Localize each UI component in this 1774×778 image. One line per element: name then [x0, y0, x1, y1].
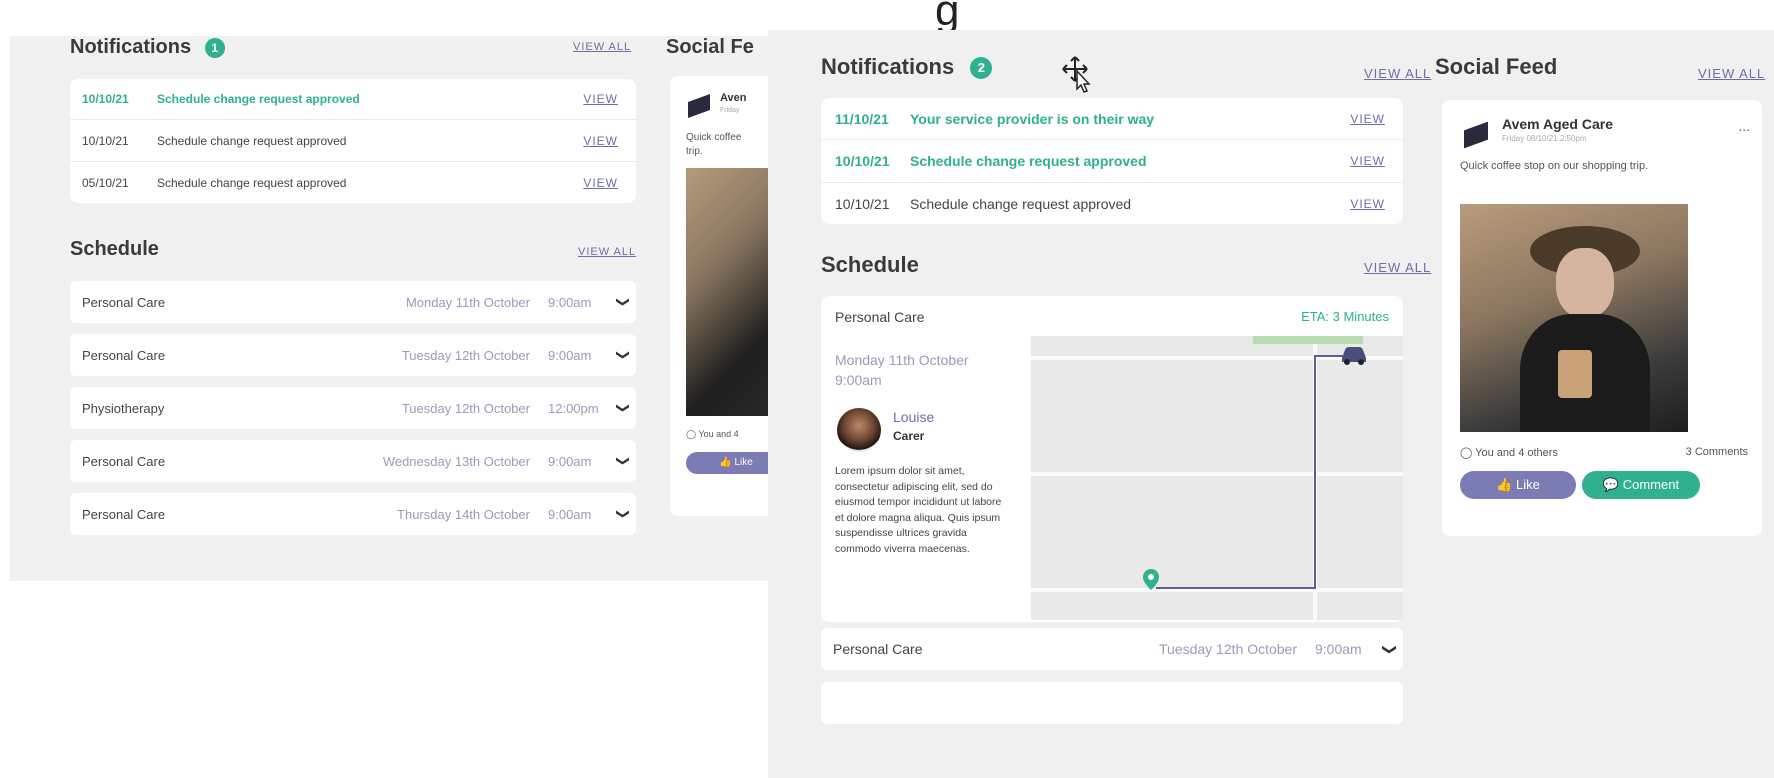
comment-button[interactable]: 💬 Comment [1582, 471, 1700, 499]
social-feed-heading: Social Feed [1435, 54, 1558, 79]
comment-bubble-icon: 💬 [1602, 477, 1620, 492]
post-author-avatar [688, 93, 710, 119]
chevron-down-icon[interactable]: ❯ [615, 395, 631, 421]
schedule-row-partial[interactable] [821, 682, 1403, 724]
post-more-menu[interactable]: ... [1738, 118, 1750, 134]
notification-row[interactable]: 11/10/21 Your service provider is on the… [821, 98, 1403, 139]
schedule-expanded-card[interactable]: Personal Care ETA: 3 Minutes Monday 11th… [821, 296, 1403, 622]
notification-row[interactable]: 10/10/21 Schedule change request approve… [70, 120, 636, 161]
schedule-row[interactable]: Physiotherapy Tuesday 12th October 12:00… [70, 387, 636, 429]
post-text-continued: trip. [686, 146, 703, 157]
post-timestamp: Friday [720, 107, 740, 114]
notification-view-link[interactable]: VIEW [583, 92, 636, 106]
dashboard-screen-current: Notifications 2 VIEW ALL 11/10/21 Your s… [768, 30, 1774, 778]
notifications-list: 11/10/21 Your service provider is on the… [821, 98, 1403, 224]
like-button[interactable]: 👍 Like [686, 452, 770, 474]
social-post-card: Avem Aged Care Friday 08/10/21 2:50pm ..… [1442, 100, 1762, 536]
schedule-view-all-link[interactable]: VIEW ALL [1364, 260, 1431, 275]
route-map[interactable] [1031, 336, 1403, 620]
notification-view-link[interactable]: VIEW [583, 134, 636, 148]
notification-view-link[interactable]: VIEW [1350, 112, 1403, 126]
chevron-down-icon[interactable]: ❯ [615, 342, 631, 368]
schedule-heading: Schedule [70, 238, 159, 260]
location-pin-icon [1141, 568, 1161, 597]
like-circle-icon: ◯ [686, 429, 697, 439]
notification-view-link[interactable]: VIEW [1350, 197, 1403, 211]
post-author-avatar [1464, 121, 1488, 149]
notification-count-badge: 1 [204, 37, 225, 58]
dashboard-screen-previous: Notifications 1 VIEW ALL 10/10/21 Schedu… [10, 36, 770, 581]
comments-count[interactable]: 3 Comments [1686, 446, 1748, 458]
eta-status: ETA: 3 Minutes [1301, 309, 1389, 324]
notification-row[interactable]: 05/10/21 Schedule change request approve… [70, 162, 636, 203]
schedule-row[interactable]: Personal Care Tuesday 12th October 9:00a… [821, 628, 1403, 670]
post-author-name: Avem Aged Care [1502, 116, 1614, 132]
post-text: Quick coffee stop on our shopping trip. [1460, 160, 1649, 172]
notifications-heading: Notifications 1 [70, 36, 225, 59]
schedule-row[interactable]: Personal Care Thursday 14th October 9:00… [70, 493, 636, 535]
chevron-down-icon[interactable]: ❯ [615, 289, 631, 315]
notifications-view-all-link[interactable]: VIEW ALL [1364, 66, 1431, 81]
post-text: Quick coffee [686, 132, 742, 143]
chevron-down-icon[interactable]: ❯ [615, 448, 631, 474]
social-feed-view-all-link[interactable]: VIEW ALL [1698, 66, 1765, 81]
social-feed-heading: Social Fe [666, 36, 754, 58]
notifications-view-all-link[interactable]: VIEW ALL [573, 41, 631, 53]
notifications-heading: Notifications 2 [821, 54, 993, 80]
notification-view-link[interactable]: VIEW [1350, 154, 1403, 168]
car-icon [1339, 344, 1369, 371]
carer-role: Carer [893, 429, 925, 443]
thumbs-up-icon: 👍 [1496, 477, 1513, 492]
carer-avatar [837, 408, 881, 452]
move-cursor-icon [1061, 55, 1095, 100]
chevron-down-icon[interactable]: ❯ [615, 501, 631, 527]
notification-row[interactable]: 10/10/21 Schedule change request approve… [821, 140, 1403, 182]
appointment-description: Lorem ipsum dolor sit amet, consectetur … [835, 465, 1002, 555]
post-photo [1460, 204, 1688, 432]
schedule-view-all-link[interactable]: VIEW ALL [578, 246, 636, 258]
schedule-row[interactable]: Personal Care Monday 11th October 9:00am… [70, 281, 636, 323]
notification-row[interactable]: 10/10/21 Schedule change request approve… [70, 79, 636, 119]
notifications-list: 10/10/21 Schedule change request approve… [70, 79, 636, 203]
route-line [1314, 355, 1316, 589]
schedule-heading: Schedule [821, 252, 919, 277]
notification-count-badge: 2 [970, 57, 993, 80]
post-photo [686, 168, 770, 416]
schedule-row[interactable]: Personal Care Wednesday 13th October 9:0… [70, 440, 636, 482]
carer-name: Louise [893, 409, 935, 425]
post-author-name: Aven [720, 92, 747, 104]
chevron-down-icon[interactable]: ❯ [1382, 636, 1399, 662]
likes-summary: ◯ You and 4 [686, 429, 739, 439]
notification-row[interactable]: 10/10/21 Schedule change request approve… [821, 183, 1403, 224]
route-line [1156, 587, 1316, 589]
appointment-datetime: Monday 11th October 9:00am [835, 352, 969, 388]
thumbs-up-icon: 👍 [719, 457, 732, 468]
notification-view-link[interactable]: VIEW [583, 176, 636, 190]
social-post-card: Aven Friday Quick coffee trip. ◯ You and… [670, 76, 770, 516]
post-timestamp: Friday 08/10/21 2:50pm [1502, 134, 1587, 143]
schedule-row[interactable]: Personal Care Tuesday 12th October 9:00a… [70, 334, 636, 376]
like-circle-icon: ◯ [1460, 447, 1473, 459]
like-button[interactable]: 👍 Like [1460, 471, 1576, 499]
likes-summary: ◯ You and 4 others [1460, 447, 1558, 459]
schedule-type: Personal Care [835, 309, 925, 325]
